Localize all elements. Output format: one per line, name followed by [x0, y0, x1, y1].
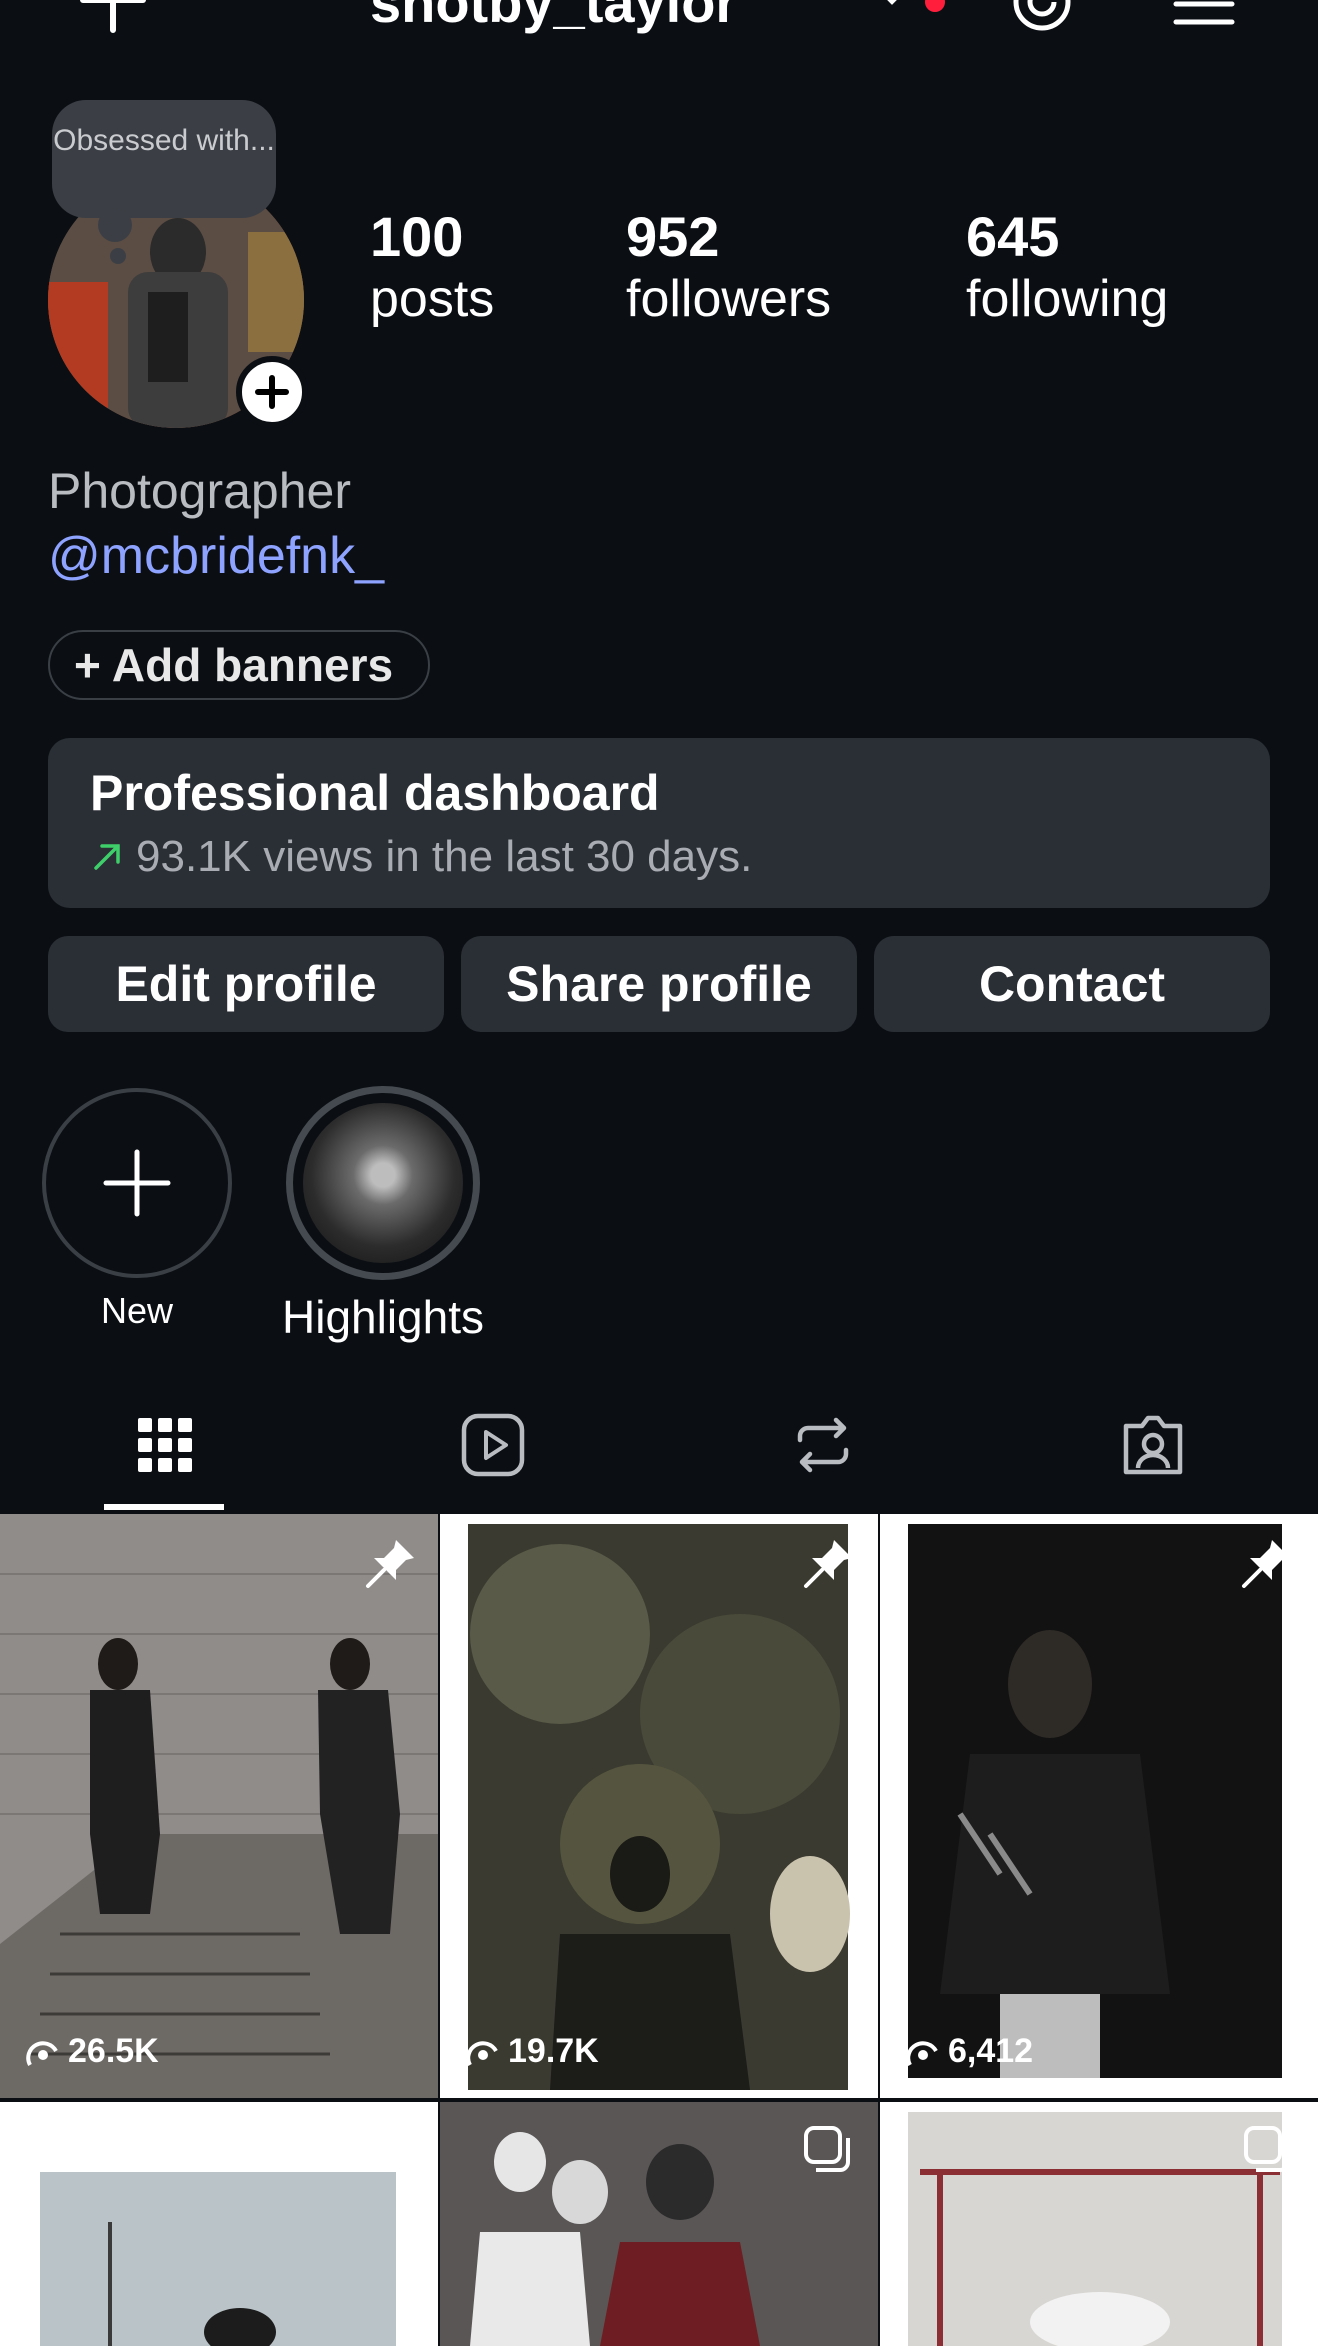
dashboard-title: Professional dashboard [90, 765, 660, 821]
profile-username[interactable]: shotby_taylor [370, 0, 737, 35]
trend-up-arrow-icon [94, 844, 120, 870]
stat-posts[interactable]: 100 posts [370, 204, 494, 329]
views-icon [466, 2040, 498, 2066]
stat-followers[interactable]: 952 followers [626, 204, 831, 329]
stat-following-count: 645 [966, 205, 1060, 268]
bio-category: Photographer [48, 463, 352, 519]
grid-post-2[interactable] [440, 1514, 878, 2098]
plus-icon [255, 375, 289, 409]
share-profile-button[interactable]: Share profile [461, 936, 857, 1032]
notification-dot [925, 0, 945, 12]
highlight-story[interactable] [286, 1086, 480, 1280]
grid-icon[interactable] [130, 1410, 200, 1480]
create-plus-icon[interactable] [78, 0, 148, 40]
dashboard-subtitle: 93.1K views in the last 30 days. [136, 832, 753, 881]
reposts-icon[interactable] [788, 1410, 858, 1480]
carousel-icon [804, 2126, 850, 2172]
add-banners-button[interactable]: + Add banners [48, 630, 430, 700]
note-bubble-tail [98, 208, 132, 242]
grid-post-6[interactable] [880, 2102, 1318, 2346]
threads-icon[interactable] [1010, 0, 1074, 34]
post-1-views-count: 26.5K [68, 2032, 159, 2070]
hamburger-menu-icon[interactable] [1172, 0, 1236, 28]
highlight-cover-image [303, 1103, 463, 1263]
contact-button[interactable]: Contact [874, 936, 1270, 1032]
plus-icon [103, 1149, 171, 1217]
grid-post-3[interactable] [880, 1514, 1318, 2098]
post-1-views: 26.5K [26, 2032, 159, 2071]
bio-mention-link[interactable]: @mcbridefnk_ [48, 526, 384, 586]
new-highlight-button[interactable] [42, 1088, 232, 1278]
post-3-views-count: 6,412 [948, 2032, 1034, 2070]
grid-post-1[interactable] [0, 1514, 438, 2098]
dashboard-subtitle-row: 93.1K views in the last 30 days. [90, 832, 1228, 882]
post-1-image [0, 1514, 438, 2098]
edit-profile-button[interactable]: Edit profile [48, 936, 444, 1032]
note-text: Obsessed with... [53, 124, 275, 157]
stat-posts-count: 100 [370, 205, 464, 268]
stat-following-label: following [966, 270, 1169, 328]
views-icon [906, 2040, 938, 2066]
add-story-button[interactable] [236, 356, 308, 428]
highlight-new-label: New [100, 1290, 174, 1331]
notes-bubble[interactable]: Obsessed with... [52, 100, 276, 218]
pin-icon [1242, 1540, 1290, 1588]
highlight-label: Highlights [282, 1291, 484, 1343]
grid-post-5[interactable] [440, 2102, 878, 2346]
professional-dashboard-card[interactable]: Professional dashboard 93.1K views in th… [48, 738, 1270, 908]
stat-posts-label: posts [370, 270, 495, 328]
post-2-image [468, 1524, 850, 2090]
carousel-icon [1244, 2126, 1290, 2172]
stat-followers-count: 952 [626, 205, 720, 268]
reels-icon[interactable] [458, 1410, 528, 1480]
post-3-image [908, 1524, 1282, 2078]
stat-following[interactable]: 645 following [966, 204, 1168, 329]
chevron-down-icon[interactable] [878, 0, 906, 8]
carousel-icon [366, 2126, 412, 2172]
post-3-views: 6,412 [906, 2032, 1033, 2071]
stat-followers-label: followers [626, 270, 832, 328]
post-2-views: 19.7K [466, 2032, 599, 2071]
views-icon [26, 2040, 58, 2066]
grid-post-4[interactable] [0, 2102, 438, 2346]
active-tab-indicator [104, 1504, 224, 1510]
tagged-icon[interactable] [1118, 1410, 1188, 1480]
note-bubble-tail-small [110, 248, 126, 264]
pin-icon [804, 1540, 852, 1588]
post-2-views-count: 19.7K [508, 2032, 599, 2070]
pin-icon [366, 1540, 414, 1588]
